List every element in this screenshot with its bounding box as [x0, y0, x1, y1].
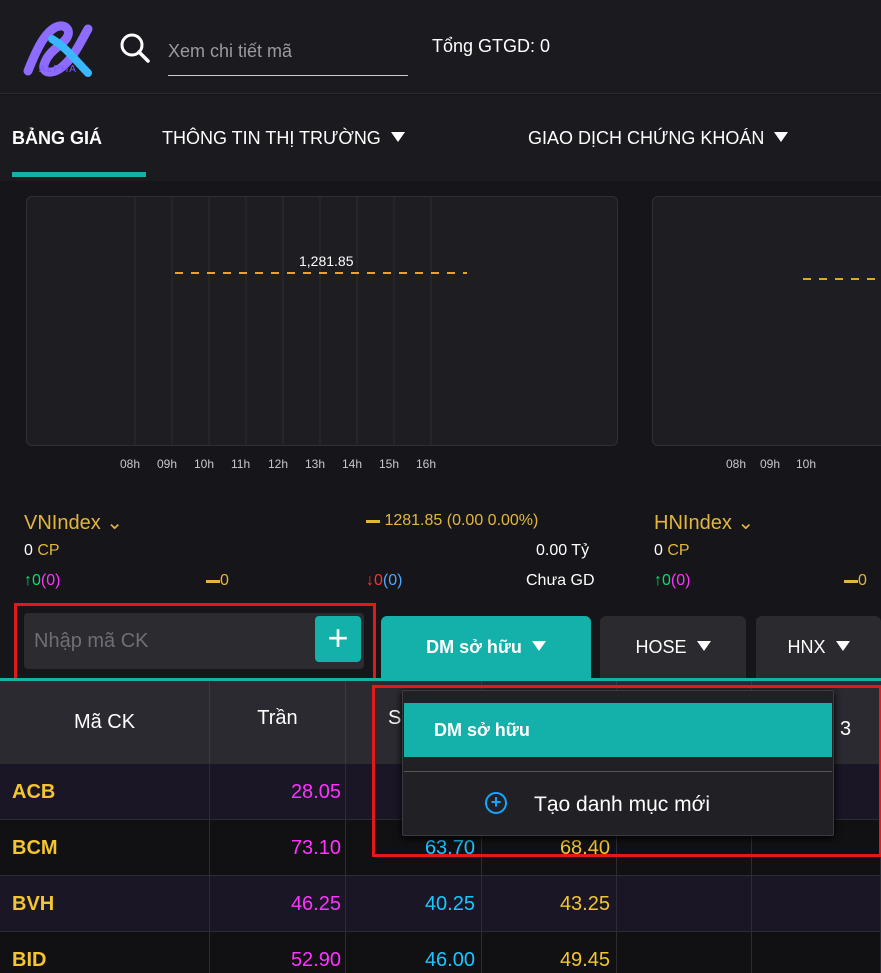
nav-market-info[interactable]: THÔNG TIN THỊ TRƯỜNG — [162, 128, 405, 149]
ceiling-price: 46.25 — [210, 876, 346, 932]
highlight-box-input — [14, 603, 376, 686]
time-tick-label: 10h — [194, 457, 215, 471]
time-tick-label: 08h — [726, 457, 747, 471]
vnindex-decliners: ↓0(0) — [366, 572, 402, 590]
cell-empty — [752, 932, 881, 973]
nav-price-board-label: BẢNG GIÁ — [12, 128, 102, 148]
flat-arrow-icon — [366, 520, 380, 523]
time-tick-label: 14h — [342, 457, 363, 471]
vnindex-up-count: 0 — [32, 572, 41, 589]
vnindex-value-line: 1281.85 (0.00 0.00%) — [366, 512, 538, 530]
up-arrow-icon: ↑ — [24, 572, 32, 589]
stock-search-input[interactable] — [168, 28, 408, 76]
stock-symbol[interactable]: BCM — [0, 820, 210, 876]
time-tick-label: 10h — [796, 457, 817, 471]
ceiling-price: 73.10 — [210, 820, 346, 876]
vnindex-down-floor: (0) — [382, 572, 403, 589]
hnindex-selector[interactable]: HNIndex ⌄ — [654, 510, 754, 535]
time-tick-label: 09h — [157, 457, 178, 471]
vnindex-traded-amount: 0.00 — [536, 542, 568, 559]
time-tick-label: 16h — [416, 457, 437, 471]
main-nav: BẢNG GIÁ THÔNG TIN THỊ TRƯỜNG GIAO DỊCH … — [0, 95, 881, 181]
vnindex-selector[interactable]: VNIndex ⌄ — [24, 510, 123, 535]
nav-stock-trading[interactable]: GIAO DỊCH CHỨNG KHOÁN — [528, 128, 789, 149]
total-trading-value: Tổng GTGD: 0 — [432, 36, 551, 56]
vnindex-cp-count: 0 — [24, 542, 33, 559]
hnindex-cp-count: 0 — [654, 542, 663, 559]
active-tab-underline — [12, 172, 146, 177]
vnindex-cp: 0 CP — [24, 542, 60, 560]
stock-symbol[interactable]: BVH — [0, 876, 210, 932]
flat-icon — [206, 580, 220, 583]
tab-hnx[interactable]: HNX — [756, 616, 881, 680]
stock-symbol[interactable]: ACB — [0, 764, 210, 820]
time-tick-label: 11h — [231, 457, 251, 471]
logo-text: ALPHA — [39, 64, 77, 75]
vnindex-status: Chưa GD — [526, 572, 595, 589]
vnindex-value-traded: 0.00 Tỷ — [536, 542, 589, 560]
time-tick-label: 09h — [760, 457, 781, 471]
flat-icon — [844, 580, 858, 583]
time-tick-label: 15h — [379, 457, 400, 471]
stock-symbol[interactable]: BID — [0, 932, 210, 973]
hnindex-advancers: ↑0(0) — [654, 572, 690, 590]
hnindex-flat-count: 0 — [858, 572, 867, 589]
col-ceiling[interactable]: Trần — [210, 681, 346, 763]
hnindex-unchanged: 0 — [844, 572, 867, 590]
vnindex-change: (0.00 0.00%) — [446, 512, 539, 529]
vnindex-cp-unit: CP — [37, 542, 60, 559]
hnindex-cp: 0 CP — [654, 542, 690, 560]
table-row[interactable]: BID 52.90 46.00 49.45 — [0, 931, 881, 973]
hnindex-up-count: 0 — [662, 572, 671, 589]
floor-price: 40.25 — [346, 876, 482, 932]
vnindex-value: 1281.85 — [384, 512, 443, 529]
time-tick-label: 12h — [268, 457, 289, 471]
cell-empty — [752, 876, 881, 932]
table-row[interactable]: BVH 46.25 40.25 43.25 — [0, 875, 881, 932]
up-arrow-icon: ↑ — [654, 572, 662, 589]
vnindex-traded-unit: Tỷ — [571, 542, 590, 559]
chart-reference-label: 1,281.85 — [299, 253, 354, 269]
reference-price: 43.25 — [482, 876, 617, 932]
hnindex-up-ceiling: (0) — [670, 572, 691, 589]
ceiling-price: 52.90 — [210, 932, 346, 973]
tab-hnx-label: HNX — [787, 637, 826, 657]
time-tick-label: 08h — [120, 457, 141, 471]
vnindex-up-ceiling: (0) — [40, 572, 61, 589]
nav-price-board[interactable]: BẢNG GIÁ — [12, 128, 102, 149]
chevron-down-icon: ⌄ — [737, 512, 755, 534]
tab-owned-watchlist-label: DM sở hữu — [426, 637, 522, 657]
col-symbol[interactable]: Mã CK — [0, 681, 210, 763]
down-arrow-icon: ↓ — [366, 572, 374, 589]
hnindex-cp-unit: CP — [667, 542, 690, 559]
caret-down-icon — [774, 132, 789, 142]
chevron-down-icon: ⌄ — [106, 512, 124, 534]
nav-market-info-label: THÔNG TIN THỊ TRƯỜNG — [162, 128, 381, 148]
reference-price: 49.45 — [482, 932, 617, 973]
time-tick-label: 13h — [305, 457, 326, 471]
cell-empty — [617, 876, 752, 932]
ceiling-price: 28.05 — [210, 764, 346, 820]
tab-owned-watchlist[interactable]: DM sở hữu — [381, 616, 591, 680]
highlight-box-dropdown — [372, 685, 881, 857]
hnindex-name: HNIndex — [654, 512, 732, 534]
vnindex-chart[interactable]: 1,281.85 — [26, 196, 618, 446]
caret-down-icon — [390, 132, 405, 142]
hnindex-chart[interactable] — [652, 196, 881, 446]
tab-hose-label: HOSE — [635, 637, 687, 657]
tab-hose[interactable]: HOSE — [600, 616, 746, 680]
vnindex-name: VNIndex — [24, 512, 101, 534]
floor-price: 46.00 — [346, 932, 482, 973]
vnindex-down-count: 0 — [374, 572, 383, 589]
vnindex-unchanged: 0 — [206, 572, 229, 590]
vnindex-flat-count: 0 — [220, 572, 229, 589]
vnindex-advancers: ↑0(0) — [24, 572, 60, 590]
search-icon[interactable] — [117, 30, 153, 66]
caret-down-icon — [696, 641, 711, 651]
caret-down-icon — [531, 641, 546, 651]
caret-down-icon — [835, 641, 850, 651]
nav-stock-trading-label: GIAO DỊCH CHỨNG KHOÁN — [528, 128, 765, 148]
cell-empty — [617, 932, 752, 973]
